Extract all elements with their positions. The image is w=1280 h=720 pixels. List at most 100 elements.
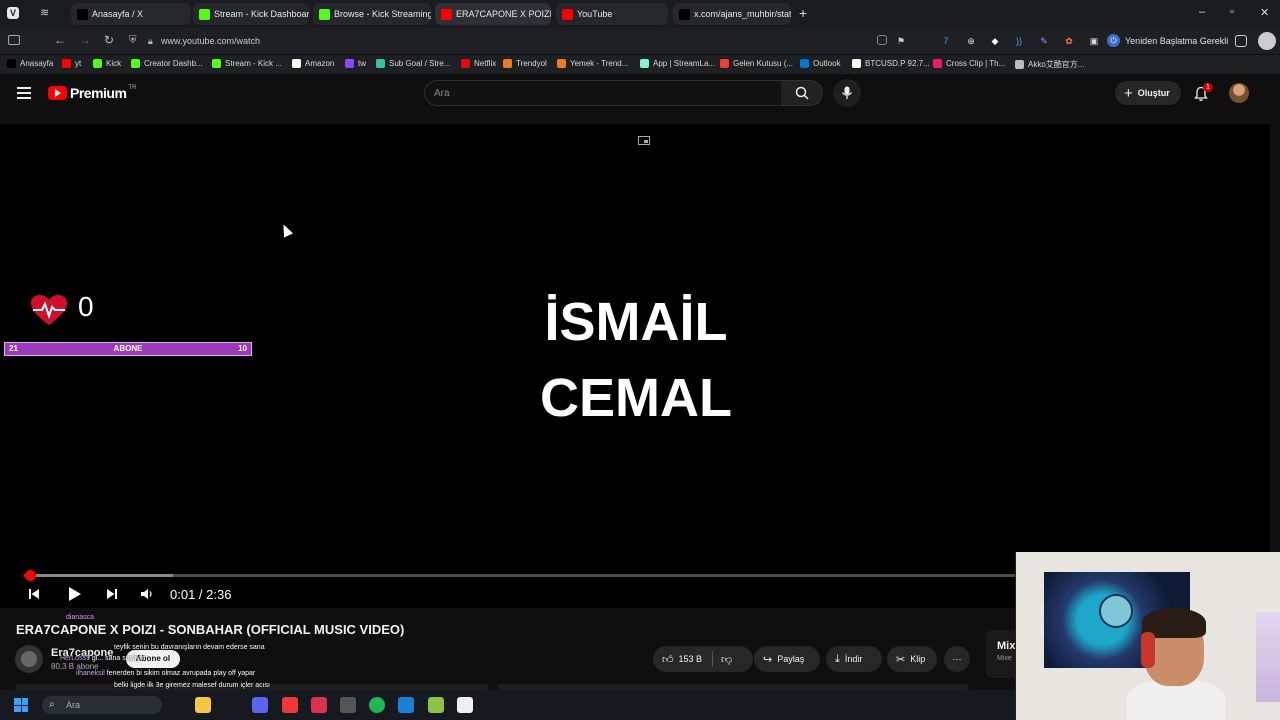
tab-2[interactable]: Stream - Kick Dashboard bbox=[193, 3, 309, 25]
bookmark-item[interactable]: Anasayfa bbox=[7, 59, 53, 68]
tab-4[interactable]: ERA7CAPONE X POIZI - SO bbox=[435, 3, 551, 25]
forward-button[interactable]: → bbox=[79, 33, 91, 47]
bookmark-item[interactable]: Gelen Kutusu (... bbox=[720, 59, 793, 68]
extension-7-icon[interactable]: ▣ bbox=[1088, 35, 1100, 47]
bookmarks-bar: Anasayfa yt Kick Creator Dashb... Stream - K… bbox=[0, 55, 1280, 74]
reader-view-icon[interactable] bbox=[877, 35, 887, 45]
bookmark-item[interactable]: yt bbox=[62, 59, 81, 68]
bookmark-label: Anasayfa bbox=[20, 59, 54, 68]
kick-icon bbox=[319, 8, 330, 20]
tab-5[interactable]: YouTube bbox=[556, 3, 668, 25]
tab-6[interactable]: x.com/ajans_muhbir/status bbox=[673, 3, 791, 25]
extensions-grid-icon[interactable] bbox=[1235, 35, 1247, 47]
bookmark-item[interactable]: Creator Dashb... bbox=[131, 59, 203, 68]
bookmark-icon[interactable]: ⚑ bbox=[895, 35, 907, 47]
bookmark-label: Netflix bbox=[474, 59, 497, 68]
bookmark-label: Creator Dashb... bbox=[144, 59, 203, 68]
next-icon[interactable] bbox=[106, 588, 118, 600]
bookmark-item[interactable]: Sub Goal / Stre... bbox=[376, 59, 450, 68]
extension-4-icon[interactable]: )) bbox=[1013, 35, 1025, 47]
extension-3-icon[interactable]: ◆ bbox=[989, 35, 1001, 47]
xbox-icon[interactable] bbox=[428, 697, 444, 713]
taskbar-search[interactable]: ⌕ Ara bbox=[42, 696, 162, 714]
extension-6-icon[interactable]: ✿ bbox=[1063, 35, 1075, 47]
video-player[interactable]: İSMAİL CEMAL 0 21 ABONE 10 bbox=[0, 124, 1270, 608]
extension-5-icon[interactable]: ✎ bbox=[1038, 35, 1050, 47]
create-button[interactable]: + Oluştur bbox=[1115, 81, 1181, 105]
more-actions-button[interactable]: ⋯ bbox=[944, 646, 970, 672]
spotify-icon[interactable] bbox=[369, 697, 385, 713]
bookmark-item[interactable]: tw bbox=[345, 59, 366, 68]
extension-2-icon[interactable]: ⊕ bbox=[965, 35, 977, 47]
extension-1-icon[interactable]: 7 bbox=[940, 35, 952, 47]
rekordbox-icon[interactable] bbox=[311, 697, 327, 713]
tab-3[interactable]: Browse - Kick Streaming bbox=[313, 3, 431, 25]
outlook-icon bbox=[800, 59, 809, 68]
tab-label: Anasayfa / X bbox=[92, 9, 144, 19]
plus-icon: + bbox=[1124, 84, 1133, 102]
obs-icon[interactable] bbox=[340, 697, 356, 713]
vivaldi-icon[interactable] bbox=[282, 697, 298, 713]
x-icon bbox=[679, 8, 690, 20]
profile-icon[interactable] bbox=[1258, 32, 1276, 50]
youtube-logo[interactable]: Premium TR bbox=[48, 85, 136, 101]
vivaldi-menu-icon[interactable]: V bbox=[7, 7, 19, 19]
volume-icon[interactable] bbox=[140, 588, 153, 600]
bookmark-label: yt bbox=[75, 59, 82, 68]
search-box[interactable] bbox=[424, 80, 782, 106]
clip-button[interactable]: ✂ Klip bbox=[887, 646, 937, 672]
close-window-button[interactable]: ✕ bbox=[1260, 6, 1269, 19]
bookmark-item[interactable]: Netflix bbox=[461, 59, 496, 68]
x-icon bbox=[7, 59, 16, 68]
edge-icon[interactable] bbox=[398, 697, 414, 713]
scrubber-handle[interactable] bbox=[24, 570, 36, 581]
bookmark-item[interactable]: Trendyol bbox=[503, 59, 547, 68]
url-field[interactable]: www.youtube.com/watch bbox=[161, 36, 260, 46]
dislike-icon[interactable]: 👎︎ bbox=[721, 653, 732, 666]
bookmark-item[interactable]: Kick bbox=[93, 59, 121, 68]
obs-studio-icon[interactable] bbox=[457, 697, 473, 713]
tab-1[interactable]: Anasayfa / X bbox=[71, 3, 191, 25]
bookmark-item[interactable]: Akko艾酷官方... bbox=[1015, 59, 1084, 70]
play-icon[interactable] bbox=[66, 586, 82, 602]
bookmark-item[interactable]: Outlook bbox=[800, 59, 841, 68]
restart-required-button[interactable]: ⏻ Yeniden Başlatma Gerekli bbox=[1107, 34, 1228, 47]
previous-icon[interactable] bbox=[28, 588, 40, 600]
hamburger-menu-icon[interactable] bbox=[17, 87, 31, 99]
bookmark-label: Outlook bbox=[813, 59, 841, 68]
mouse-cursor-icon bbox=[278, 222, 294, 238]
bookmark-item[interactable]: Cross Clip | Th... bbox=[933, 59, 1005, 68]
windows-start-icon[interactable] bbox=[14, 698, 28, 712]
back-button[interactable]: ← bbox=[54, 33, 66, 47]
search-icon bbox=[795, 86, 809, 100]
time-display: 0:01 / 2:36 bbox=[170, 587, 232, 602]
like-count[interactable]: 153 B bbox=[679, 654, 703, 664]
voice-search-button[interactable] bbox=[833, 79, 861, 107]
tab-stack-icon[interactable]: ≋ bbox=[40, 6, 49, 19]
channel-avatar[interactable] bbox=[15, 645, 43, 673]
bookmark-item[interactable]: Yemek - Trend... bbox=[557, 59, 628, 68]
chat-username: dianasca bbox=[66, 614, 95, 621]
new-tab-button[interactable]: + bbox=[799, 5, 807, 21]
search-input[interactable] bbox=[425, 81, 781, 105]
panel-toggle-icon[interactable] bbox=[8, 35, 20, 45]
reload-button[interactable]: ↻ bbox=[104, 33, 114, 47]
trendyol-icon bbox=[503, 59, 512, 68]
like-icon[interactable]: 👍︎ bbox=[662, 653, 674, 666]
account-avatar[interactable] bbox=[1229, 83, 1249, 103]
miniplayer-icon[interactable] bbox=[638, 136, 650, 145]
maximize-button[interactable]: ▫ bbox=[1230, 6, 1234, 18]
share-button[interactable]: ↪ Paylaş bbox=[754, 646, 820, 672]
bookmark-item[interactable]: BTCUSD.P 92.7... bbox=[852, 59, 930, 68]
download-button[interactable]: ⤓ İndir bbox=[826, 646, 882, 672]
search-button[interactable] bbox=[781, 80, 823, 106]
video-progress-bar[interactable] bbox=[24, 570, 1016, 581]
file-explorer-icon[interactable] bbox=[195, 697, 211, 713]
discord-icon[interactable] bbox=[252, 697, 268, 713]
bookmark-item[interactable]: Amazon bbox=[292, 59, 334, 68]
bookmark-item[interactable]: App | StreamLa... bbox=[640, 59, 715, 68]
tracker-shield-icon[interactable]: ⛨ bbox=[129, 35, 137, 46]
bookmark-item[interactable]: Stream - Kick ... bbox=[212, 59, 282, 68]
globe-icon bbox=[1015, 60, 1024, 69]
minimize-button[interactable]: – bbox=[1199, 6, 1205, 18]
